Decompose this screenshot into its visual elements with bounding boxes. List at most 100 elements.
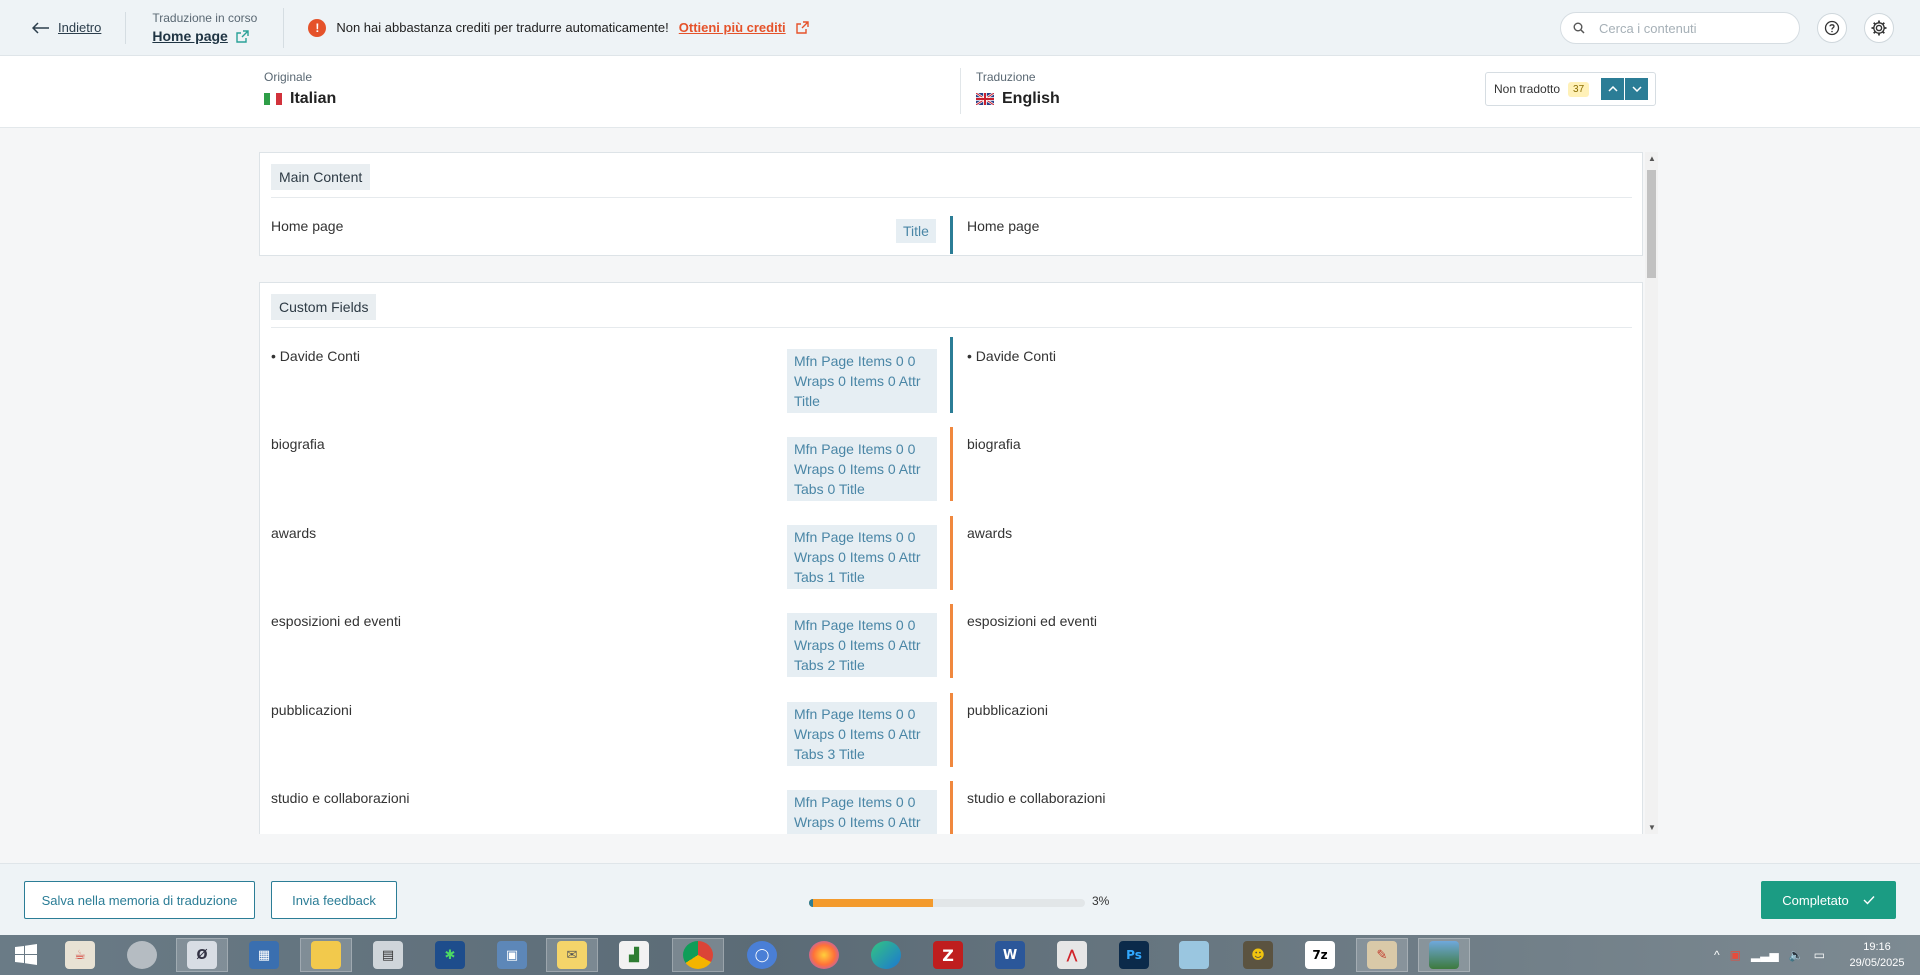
external-link-icon[interactable] [236, 29, 249, 43]
translation-text[interactable]: pubblicazioni [967, 702, 1048, 718]
original-caption: Originale [264, 70, 313, 84]
translation-text[interactable]: • Davide Conti [967, 348, 1056, 364]
get-credits-link[interactable]: Ottieni più crediti [679, 20, 786, 35]
taskbar-app[interactable]: Ø [176, 938, 228, 972]
network-error-icon[interactable]: ▣ [1730, 948, 1741, 962]
taskbar-app[interactable]: ▟ [608, 938, 660, 972]
taskbar-app[interactable]: W [984, 938, 1036, 972]
field-tag: Title [896, 219, 936, 243]
photoshop-icon: Ps [1119, 941, 1149, 969]
previous-button[interactable] [1601, 78, 1625, 100]
original-text: biografia [271, 436, 325, 452]
settings-button[interactable] [1864, 13, 1894, 43]
taskbar-app[interactable]: ☻ [1232, 938, 1284, 972]
status-bar [950, 216, 953, 254]
taskbar-app[interactable]: ✱ [424, 938, 476, 972]
taskbar-app[interactable] [672, 938, 724, 972]
translation-text[interactable]: esposizioni ed eventi [967, 613, 1097, 629]
external-link-icon[interactable] [795, 21, 809, 34]
divider [271, 197, 1632, 198]
taskbar-app[interactable]: 7z [1294, 938, 1346, 972]
translation-text[interactable]: biografia [967, 436, 1021, 452]
status-bar [950, 781, 953, 834]
language-bar: Originale Italian Traduzione English Non… [0, 56, 1920, 128]
top-header: Indietro Traduzione in corso Home page !… [0, 0, 1920, 56]
search-input[interactable] [1599, 20, 1779, 36]
taskbar-app[interactable]: Z [922, 938, 974, 972]
back-label[interactable]: Indietro [58, 20, 101, 35]
translation-content: Main Content Home page Title Home page C… [259, 152, 1643, 834]
status-bar [950, 337, 953, 413]
status-bar [950, 516, 953, 590]
translation-language-name: English [1002, 90, 1060, 107]
java-icon: ☕ [65, 941, 95, 969]
outlook-icon: ✉ [557, 941, 587, 969]
battery-icon[interactable]: ▭ [1814, 948, 1825, 962]
translation-text[interactable]: studio e collaborazioni [967, 790, 1106, 806]
taskbar-app[interactable]: ▦ [238, 938, 290, 972]
clock-date: 29/05/2025 [1849, 957, 1905, 969]
taskbar-app[interactable] [1168, 938, 1220, 972]
chart-icon: ▟ [619, 941, 649, 969]
taskbar-app[interactable] [798, 938, 850, 972]
page-title[interactable]: Home page [152, 28, 227, 44]
translation-text[interactable]: awards [967, 525, 1012, 541]
help-button[interactable] [1817, 13, 1847, 43]
taskbar-app[interactable] [116, 938, 168, 972]
section-custom-fields: Custom Fields • Davide Conti Mfn Page It… [259, 282, 1643, 834]
taskbar-app[interactable]: ✉ [546, 938, 598, 972]
field-tag: Mfn Page Items 0 0 Wraps 0 Items 0 Attr … [787, 613, 937, 677]
original-text: • Davide Conti [271, 348, 360, 364]
page-title-link[interactable]: Home page [152, 28, 257, 44]
action-bar: Salva nella memoria di traduzione Invia … [0, 863, 1920, 935]
warning-icon: ! [308, 18, 327, 37]
taskbar-app[interactable] [1418, 938, 1470, 972]
disc-icon [127, 941, 157, 969]
butterfly-icon: ✱ [435, 941, 465, 969]
untranslated-filter[interactable]: Non tradotto 37 [1485, 72, 1656, 106]
translation-progress-bar [809, 899, 1085, 907]
filezilla-icon: Z [933, 941, 963, 969]
taskbar-app[interactable]: ✎ [1356, 938, 1408, 972]
chevron-up-icon [1608, 86, 1618, 92]
original-text: awards [271, 525, 317, 541]
scrollbar-thumb[interactable] [1647, 170, 1656, 278]
control-panel-icon: ▦ [249, 941, 279, 969]
taskbar-app[interactable]: ▣ [486, 938, 538, 972]
next-button[interactable] [1625, 78, 1649, 100]
pdf-icon: ⋀ [1057, 941, 1087, 969]
clock-time: 19:16 [1863, 941, 1891, 953]
system-clock[interactable]: 19:16 29/05/2025 [1838, 939, 1916, 971]
taskbar-app[interactable]: ◯ [736, 938, 788, 972]
progress-percent: 3% [1092, 894, 1110, 908]
translation-text[interactable]: Home page [967, 218, 1039, 234]
save-to-memory-button[interactable]: Salva nella memoria di traduzione [24, 881, 255, 919]
taskbar-app[interactable]: ⋀ [1046, 938, 1098, 972]
scroll-down-icon[interactable]: ▼ [1648, 823, 1656, 832]
send-feedback-button[interactable]: Invia feedback [271, 881, 397, 919]
signal-icon[interactable]: ▂▃▅ [1751, 948, 1779, 962]
back-button[interactable]: Indietro [0, 11, 127, 44]
app-icon: Ø [187, 941, 217, 969]
computer-icon: ▣ [497, 941, 527, 969]
taskbar-app[interactable] [300, 938, 352, 972]
speaker-icon[interactable]: 🔈 [1789, 948, 1804, 962]
complete-button[interactable]: Completato [1761, 881, 1896, 919]
taskbar-app[interactable]: ☕ [54, 938, 106, 972]
italy-flag-icon [264, 93, 282, 105]
scroll-up-icon[interactable]: ▲ [1648, 154, 1656, 163]
taskbar-app[interactable]: ▤ [362, 938, 414, 972]
file-explorer-icon [311, 941, 341, 969]
taskbar-app[interactable]: Ps [1108, 938, 1160, 972]
untranslated-count-badge: 37 [1568, 81, 1590, 97]
filter-label[interactable]: Non tradotto [1494, 82, 1560, 96]
credits-alert: ! Non hai abbastanza crediti per tradurr… [284, 18, 809, 37]
start-button[interactable] [0, 938, 52, 972]
content-scrollbar[interactable]: ▲ ▼ [1645, 152, 1658, 834]
chevron-up-icon[interactable]: ^ [1714, 948, 1720, 962]
complete-label[interactable]: Completato [1782, 893, 1848, 908]
taskbar-app[interactable] [860, 938, 912, 972]
search-box[interactable] [1560, 12, 1800, 44]
breadcrumb: Traduzione in corso Home page [126, 7, 285, 48]
7zip-icon: 7z [1305, 941, 1335, 969]
